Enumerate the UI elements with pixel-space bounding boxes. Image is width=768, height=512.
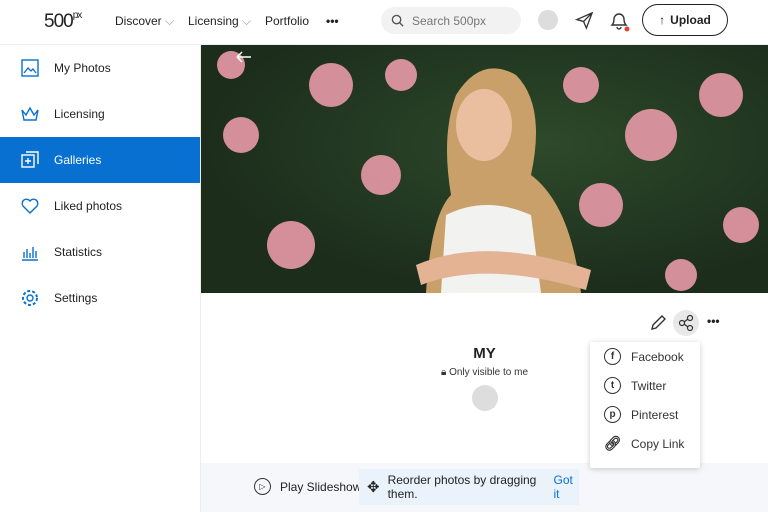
reorder-text: Reorder photos by dragging them. — [387, 473, 537, 501]
share-facebook[interactable]: f Facebook — [590, 342, 700, 371]
share-menu: f Facebook t Twitter p Pinterest 🔗︎ Copy Lin… — [590, 342, 700, 468]
nav-label: Discover — [115, 14, 162, 28]
play-icon: ▷ — [254, 478, 271, 495]
more-options-icon[interactable]: ••• — [707, 314, 720, 328]
move-icon: ✥ — [367, 479, 380, 496]
reorder-hint: ✥ Reorder photos by dragging them. Got it — [359, 469, 579, 505]
facebook-icon: f — [604, 348, 621, 365]
sidebar-item-statistics[interactable]: Statistics — [0, 229, 200, 275]
avatar[interactable] — [538, 10, 558, 30]
upload-button[interactable]: ↑ Upload — [642, 4, 728, 36]
chart-icon — [22, 247, 38, 261]
search-icon — [391, 14, 404, 27]
play-slideshow-button[interactable]: ▷ Play Slideshow — [254, 478, 361, 495]
owner-avatar[interactable] — [471, 385, 498, 411]
share-twitter[interactable]: t Twitter — [590, 371, 700, 400]
sidebar-item-label: Settings — [54, 291, 98, 305]
menu-label: Copy Link — [631, 436, 685, 451]
heart-icon — [21, 198, 39, 214]
logo[interactable]: 500px — [44, 10, 83, 33]
pencil-icon[interactable] — [649, 314, 667, 332]
cover-photo — [201, 45, 768, 293]
visibility-label: Only visible to me — [449, 367, 529, 378]
sidebar-item-licensing[interactable]: Licensing — [0, 91, 200, 137]
sidebar-item-galleries[interactable]: Galleries — [0, 137, 200, 183]
send-icon[interactable] — [575, 11, 594, 30]
twitter-icon: t — [604, 377, 621, 394]
sidebar-item-label: Liked photos — [54, 199, 123, 213]
search-input[interactable] — [412, 13, 512, 28]
menu-label: Facebook — [631, 349, 684, 364]
nav-portfolio[interactable]: Portfolio — [265, 14, 309, 28]
crown-icon — [21, 106, 39, 121]
gallery-toolbar: ▷ Play Slideshow ✥ Reorder photos by dragg… — [201, 463, 768, 512]
share-button[interactable] — [673, 310, 699, 336]
pinterest-icon: p — [604, 406, 621, 423]
upload-label: Upload — [670, 13, 711, 27]
nav-label: Licensing — [188, 14, 239, 28]
copy-link[interactable]: 🔗︎ Copy Link — [590, 429, 700, 458]
got-it-link[interactable]: Got it — [554, 473, 580, 501]
gear-icon — [22, 290, 38, 306]
sidebar: My Photos Licensing Galleries Liked phot… — [0, 45, 201, 512]
chevron-down-icon: ⌵ — [165, 14, 175, 28]
search-box[interactable] — [381, 7, 521, 34]
menu-label: Twitter — [631, 378, 667, 393]
nav-licensing[interactable]: Licensing ⌵ — [188, 14, 251, 29]
cover-image — [217, 51, 759, 293]
sidebar-item-label: Licensing — [54, 107, 105, 121]
chevron-down-icon: ⌵ — [242, 14, 252, 28]
top-nav: 500px Discover ⌵ Licensing ⌵ Portfolio •… — [0, 0, 768, 45]
nav-discover[interactable]: Discover ⌵ — [115, 14, 174, 29]
link-icon: 🔗︎ — [603, 435, 622, 451]
sidebar-item-label: Statistics — [54, 245, 103, 259]
share-pinterest[interactable]: p Pinterest — [590, 400, 700, 429]
sidebar-item-label: Galleries — [54, 153, 102, 167]
galleries-icon — [21, 151, 39, 168]
slideshow-label: Play Slideshow — [280, 479, 362, 494]
sidebar-item-settings[interactable]: Settings — [0, 275, 200, 321]
more-menu-icon[interactable]: ••• — [326, 14, 339, 28]
sidebar-item-liked-photos[interactable]: Liked photos — [0, 183, 200, 229]
sidebar-item-my-photos[interactable]: My Photos — [0, 45, 200, 91]
logo-text: 500 — [44, 11, 74, 32]
menu-label: Pinterest — [631, 407, 679, 422]
sidebar-item-label: My Photos — [54, 61, 111, 75]
lock-icon: 🔒︎ — [440, 367, 447, 378]
bell-icon[interactable] — [608, 10, 630, 32]
share-icon — [678, 314, 694, 332]
logo-sup: px — [72, 10, 83, 21]
photo-icon — [21, 59, 39, 77]
arrow-up-icon: ↑ — [659, 13, 666, 27]
